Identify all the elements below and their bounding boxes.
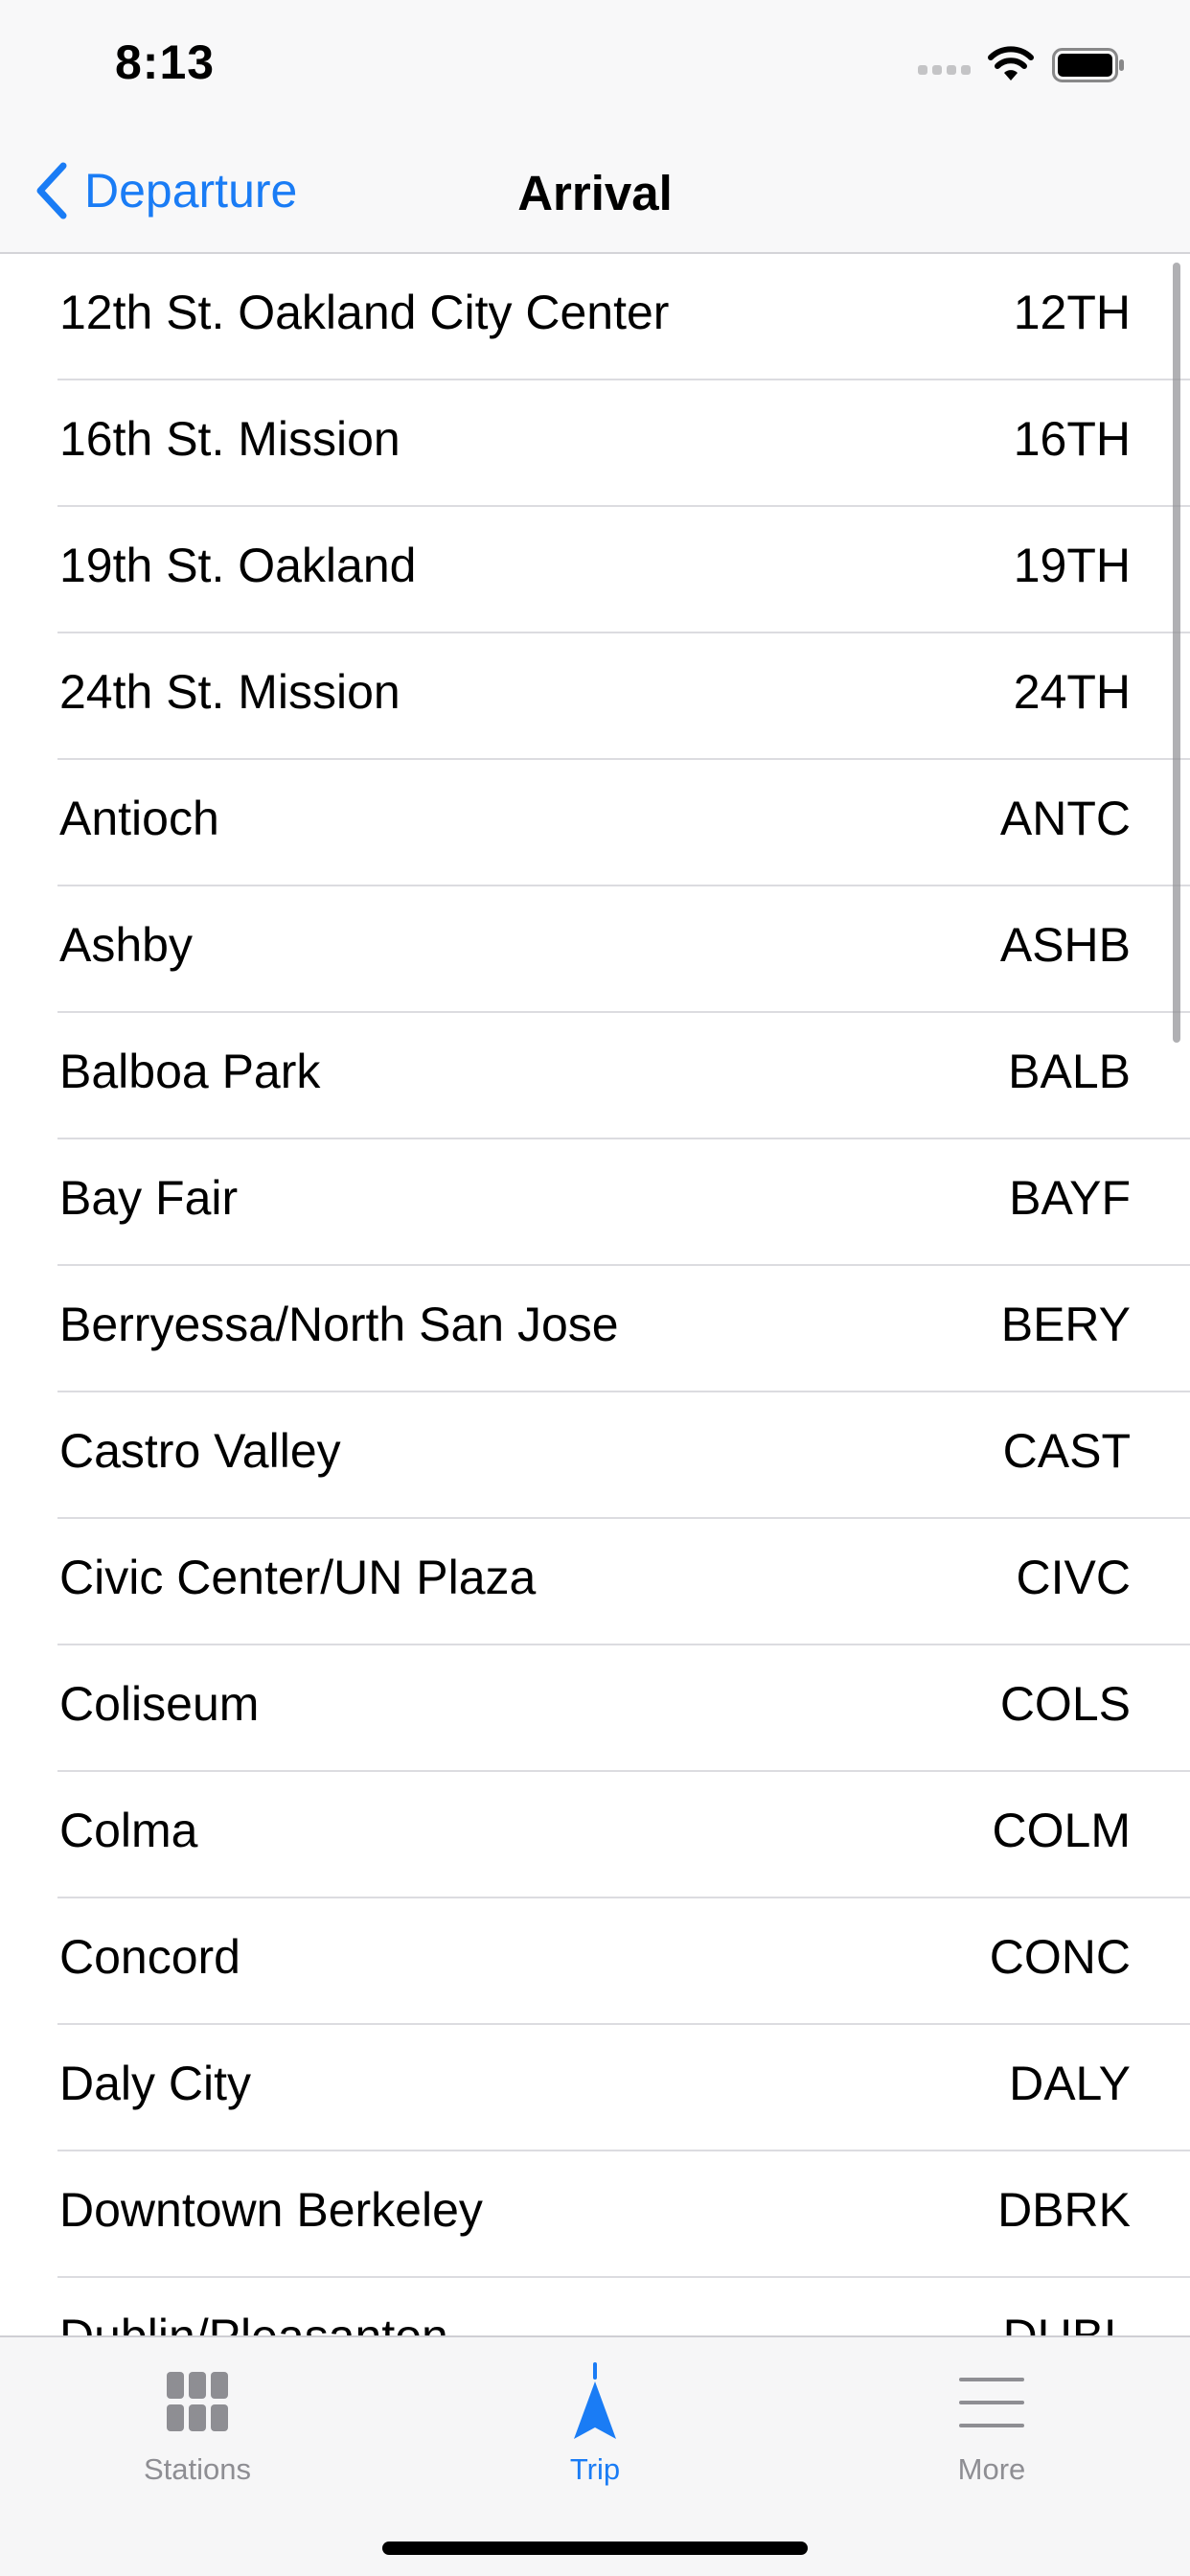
top-chrome: 8:13 Departure Arrival (0, 0, 1190, 254)
screen: 12th St. Oakland City Center 12TH 16th St.… (0, 0, 1190, 2576)
station-code: ANTC (999, 792, 1131, 845)
station-name: 12th St. Oakland City Center (59, 286, 670, 339)
station-code: CONC (989, 1930, 1131, 1984)
station-name: Berryessa/North San Jose (59, 1298, 619, 1351)
page-title: Arrival (517, 166, 673, 220)
station-row[interactable]: 16th St. Mission 16TH (0, 380, 1190, 507)
station-code: BERY (1000, 1298, 1131, 1351)
station-name: 16th St. Mission (59, 412, 400, 466)
station-name: Balboa Park (59, 1045, 321, 1098)
menu-lines-icon (959, 2378, 1024, 2427)
station-row[interactable]: Downtown Berkeley DBRK (0, 2151, 1190, 2278)
station-row[interactable]: Ashby ASHB (0, 886, 1190, 1013)
station-name: Daly City (59, 2057, 252, 2110)
station-code: DBRK (997, 2183, 1131, 2237)
station-name: Bay Fair (59, 1171, 239, 1225)
station-row[interactable]: Colma COLM (0, 1772, 1190, 1898)
station-code: BAYF (1009, 1171, 1131, 1225)
station-row[interactable]: Coliseum COLS (0, 1645, 1190, 1772)
station-row[interactable]: 19th St. Oakland 19TH (0, 507, 1190, 633)
station-code: DUBL (1003, 2309, 1131, 2335)
station-code: CAST (1002, 1424, 1131, 1478)
scroll-indicator[interactable] (1173, 263, 1180, 1043)
battery-icon (1052, 48, 1124, 82)
station-row[interactable]: 24th St. Mission 24TH (0, 633, 1190, 760)
tab-trip[interactable]: Trip (470, 2337, 720, 2500)
wifi-icon (988, 46, 1034, 80)
station-code: CIVC (1016, 1551, 1131, 1604)
station-name: Downtown Berkeley (59, 2183, 483, 2237)
station-name: 19th St. Oakland (59, 539, 417, 592)
tab-more-label: More (957, 2452, 1026, 2486)
tab-bar: Stations Trip More (0, 2335, 1190, 2576)
station-name: Antioch (59, 792, 219, 845)
tab-stations[interactable]: Stations (73, 2337, 322, 2500)
tab-trip-label: Trip (569, 2452, 621, 2486)
tab-stations-label: Stations (143, 2452, 251, 2486)
station-row[interactable]: Dublin/Pleasanton DUBL (0, 2278, 1190, 2335)
station-code: COLS (999, 1677, 1131, 1731)
navigation-bar: Departure Arrival (0, 144, 1190, 240)
station-code: 16TH (1013, 412, 1131, 466)
home-indicator[interactable] (382, 2542, 808, 2555)
station-code: ASHB (999, 918, 1131, 972)
station-row[interactable]: Daly City DALY (0, 2025, 1190, 2151)
station-name: Ashby (59, 918, 193, 972)
navigation-arrow-icon (574, 2362, 616, 2439)
station-name: Concord (59, 1930, 240, 1984)
station-row[interactable]: Castro Valley CAST (0, 1392, 1190, 1519)
status-bar: 8:13 (0, 0, 1190, 125)
station-code: 24TH (1013, 665, 1131, 719)
station-row[interactable]: Antioch ANTC (0, 760, 1190, 886)
station-code: 12TH (1013, 286, 1131, 339)
station-row[interactable]: Concord CONC (0, 1898, 1190, 2025)
station-code: COLM (992, 1804, 1131, 1857)
status-time: 8:13 (115, 35, 216, 89)
station-code: 19TH (1013, 539, 1131, 592)
station-code: BALB (1008, 1045, 1131, 1098)
station-name: Civic Center/UN Plaza (59, 1551, 537, 1604)
station-row[interactable]: Bay Fair BAYF (0, 1139, 1190, 1266)
station-row[interactable]: Balboa Park BALB (0, 1013, 1190, 1139)
station-name: Dublin/Pleasanton (59, 2309, 448, 2335)
cellular-signal-icon (918, 65, 972, 79)
station-row[interactable]: 12th St. Oakland City Center 12TH (0, 254, 1190, 380)
station-name: Coliseum (59, 1677, 260, 1731)
station-list[interactable]: 12th St. Oakland City Center 12TH 16th St.… (0, 254, 1190, 2335)
station-name: Colma (59, 1804, 198, 1857)
grid-icon (167, 2372, 228, 2431)
station-name: 24th St. Mission (59, 665, 400, 719)
station-name: Castro Valley (59, 1424, 341, 1478)
station-code: DALY (1009, 2057, 1131, 2110)
station-row[interactable]: Civic Center/UN Plaza CIVC (0, 1519, 1190, 1645)
station-row[interactable]: Berryessa/North San Jose BERY (0, 1266, 1190, 1392)
tab-more[interactable]: More (867, 2337, 1116, 2500)
